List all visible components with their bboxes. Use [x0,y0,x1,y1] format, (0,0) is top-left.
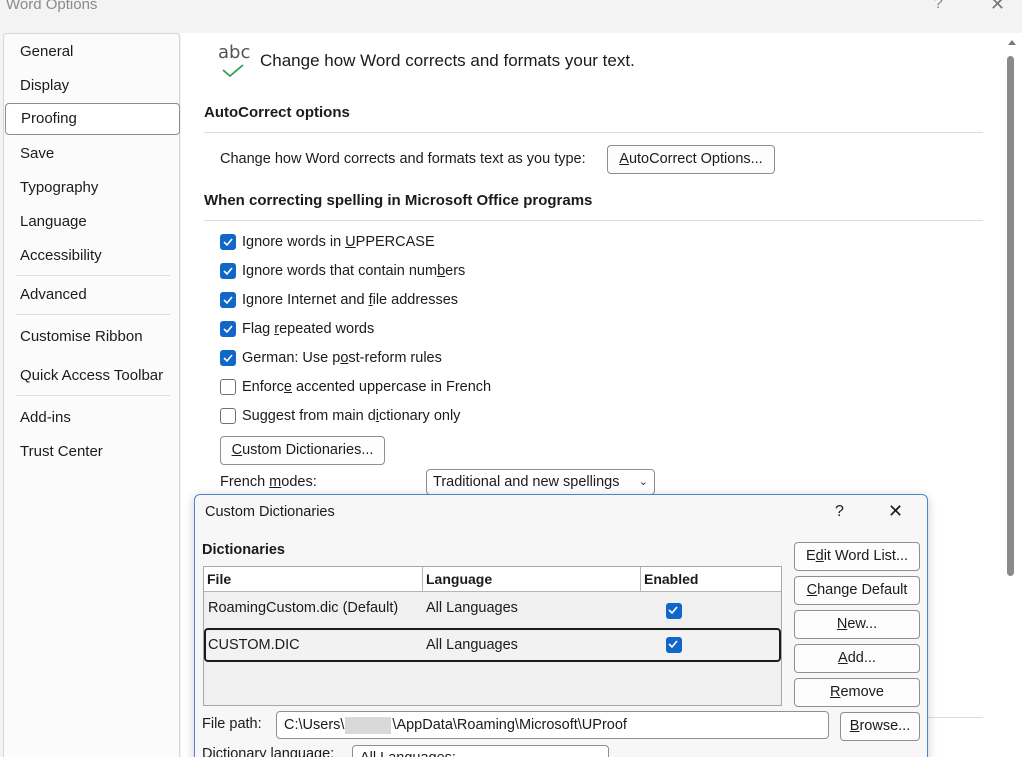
nav-item-trust-center[interactable]: Trust Center [4,436,179,468]
checkbox-label: Enforce accented uppercase in French [242,379,492,395]
file-path-field[interactable]: C:\Users\ \AppData\Roaming\Microsoft\UPro… [276,711,829,739]
change-default-button[interactable]: Change Default [794,576,920,605]
checkbox-label: German: Use post-reform rules [242,350,442,366]
help-button[interactable]: ? [934,0,943,13]
checkbox-checked-icon [220,263,236,279]
chevron-down-icon: ⌄ [638,476,648,488]
scrollbar-thumb[interactable] [1007,56,1014,576]
checkbox-label: Flag repeated words [242,321,375,337]
dictionaries-heading: Dictionaries [202,542,285,558]
options-nav: General Display Proofing Save Typography… [3,33,180,757]
custom-dictionaries-button[interactable]: Custom Dictionaries... [220,436,385,465]
french-modes-select[interactable]: Traditional and new spellings ⌄ [426,469,655,495]
column-header-language[interactable]: Language [423,567,641,592]
redacted-username [345,716,392,734]
window-close-button[interactable]: ✕ [990,0,1005,15]
dialog-title: Custom Dictionaries [205,504,335,520]
edit-word-list-button[interactable]: Edit Word List... [794,542,920,571]
checkbox-label: Ignore words that contain numbers [242,263,466,279]
table-row[interactable]: RoamingCustom.dic (Default) All Language… [204,593,781,627]
add-dictionary-button[interactable]: Add... [794,644,920,673]
autocorrect-heading: AutoCorrect options [204,104,350,121]
section-divider [204,132,983,133]
nav-item-advanced[interactable]: Advanced [4,279,179,311]
checkbox-checked-icon [220,321,236,337]
french-modes-label: French modes: [220,474,317,490]
dictionary-language-label: Dictionary language: [202,746,335,757]
row-language: All Languages [426,637,518,653]
remove-dictionary-button[interactable]: Remove [794,678,920,707]
nav-item-add-ins[interactable]: Add-ins [4,402,179,434]
section-divider [204,220,983,221]
file-path-label: File path: [202,716,262,732]
nav-divider [16,275,170,276]
dialog-help-button[interactable]: ? [835,503,844,521]
nav-item-language[interactable]: Language [4,206,179,238]
checkbox-unchecked-icon [220,408,236,424]
window-title: Word Options [6,0,98,13]
scroll-up-icon[interactable] [1006,36,1018,48]
abc-check-icon: abc [218,42,250,82]
checkbox-label: Ignore Internet and file addresses [242,292,459,308]
nav-item-display[interactable]: Display [4,70,179,102]
nav-item-proofing[interactable]: Proofing [5,103,180,135]
row-file: RoamingCustom.dic (Default) [208,600,399,616]
nav-divider [16,395,170,396]
dictionaries-list: File Language Enabled RoamingCustom.dic … [203,566,782,706]
nav-item-typography[interactable]: Typography [4,172,179,204]
checkbox-label: Ignore words in UPPERCASE [242,234,435,250]
checkbox-checked-icon [220,292,236,308]
checkbox-checked-icon [220,350,236,366]
browse-button[interactable]: Browse... [840,712,920,741]
checkbox-checked-icon [220,234,236,250]
autocorrect-options-button[interactable]: AutoCorrect Options... [607,145,775,174]
autocorrect-description: Change how Word corrects and formats tex… [220,151,586,167]
page-header-text: Change how Word corrects and formats you… [260,51,635,70]
nav-item-accessibility[interactable]: Accessibility [4,240,179,272]
nav-divider [16,314,170,315]
enabled-checkbox[interactable] [666,603,682,619]
column-header-enabled[interactable]: Enabled [641,567,781,592]
column-header-file[interactable]: File [204,567,423,592]
checkbox-label: Suggest from main dictionary only [242,408,461,424]
enabled-checkbox[interactable] [666,637,682,653]
nav-item-save[interactable]: Save [4,138,179,170]
checkbox-unchecked-icon [220,379,236,395]
nav-item-quick-access-toolbar[interactable]: Quick Access Toolbar [4,360,179,392]
row-file: CUSTOM.DIC [208,637,300,653]
section-divider [926,717,983,718]
dialog-close-button[interactable]: ✕ [888,501,903,522]
row-language: All Languages [426,600,518,616]
table-row[interactable]: CUSTOM.DIC All Languages [204,628,781,662]
dictionary-language-select[interactable]: All Languages: [352,745,609,757]
spelling-heading: When correcting spelling in Microsoft Of… [204,192,593,209]
nav-item-general[interactable]: General [4,36,179,68]
new-dictionary-button[interactable]: New... [794,610,920,639]
nav-item-customise-ribbon[interactable]: Customise Ribbon [4,321,179,353]
